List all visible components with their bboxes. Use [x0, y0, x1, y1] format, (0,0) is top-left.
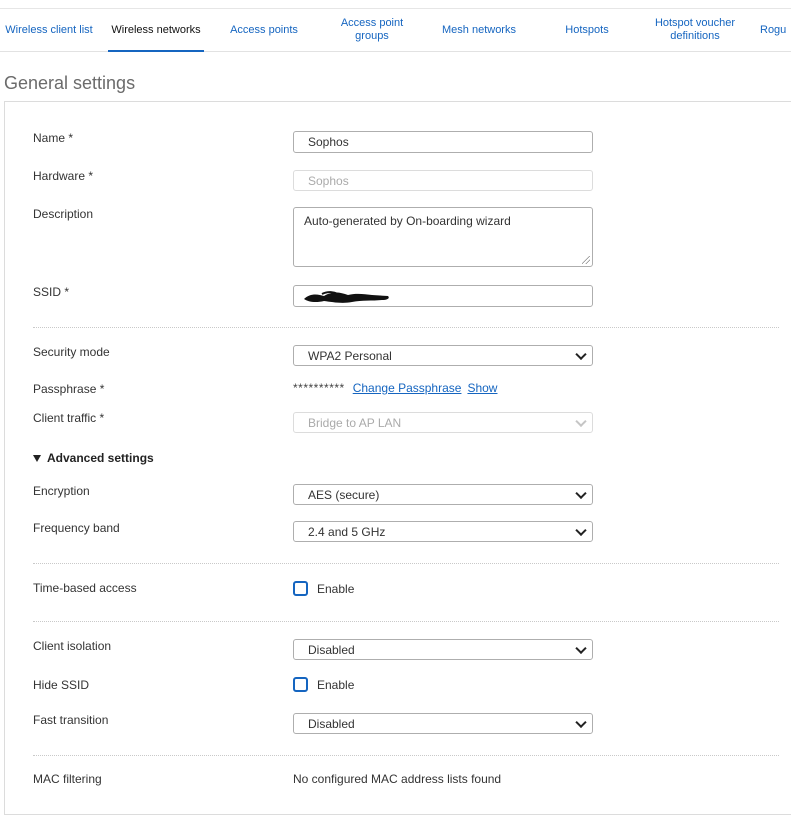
- encryption-select[interactable]: AES (secure): [293, 484, 593, 505]
- resize-grip-icon[interactable]: [582, 256, 590, 264]
- divider: [33, 327, 779, 328]
- tab-bar: Wireless client list Wireless networks A…: [0, 8, 791, 52]
- time-based-access-label: Time-based access: [33, 581, 137, 595]
- show-passphrase-link[interactable]: Show: [467, 381, 497, 395]
- name-label: Name *: [33, 131, 74, 145]
- triangle-down-icon: [33, 454, 41, 462]
- client-traffic-label: Client traffic *: [33, 411, 105, 425]
- fast-transition-value: Disabled: [308, 716, 355, 731]
- section-title: General settings: [4, 73, 136, 93]
- client-traffic-select: Bridge to AP LAN: [293, 412, 593, 433]
- divider: [33, 755, 779, 756]
- fast-transition-select[interactable]: Disabled: [293, 713, 593, 734]
- name-value: Sophos: [308, 135, 349, 149]
- hide-ssid-enable-label: Enable: [317, 677, 355, 692]
- tab-wireless-networks[interactable]: Wireless networks: [102, 9, 210, 52]
- divider: [33, 563, 779, 564]
- tab-access-points[interactable]: Access points: [222, 9, 306, 51]
- chevron-down-icon: [575, 716, 587, 728]
- chevron-down-icon: [575, 524, 587, 536]
- mac-filtering-value: No configured MAC address lists found: [293, 772, 502, 786]
- hide-ssid-enable: Enable: [293, 677, 354, 692]
- name-input[interactable]: Sophos: [293, 131, 593, 153]
- security-mode-value: WPA2 Personal: [308, 348, 392, 363]
- hide-ssid-label: Hide SSID: [33, 678, 90, 692]
- tab-hotspots[interactable]: Hotspots: [553, 9, 621, 51]
- chevron-down-icon: [575, 415, 587, 427]
- hardware-label: Hardware *: [33, 169, 94, 183]
- frequency-band-label: Frequency band: [33, 521, 120, 535]
- time-based-access-enable-label: Enable: [317, 581, 355, 596]
- tab-wireless-client-list[interactable]: Wireless client list: [0, 9, 98, 51]
- time-based-access-checkbox[interactable]: [293, 581, 308, 596]
- fast-transition-label: Fast transition: [33, 713, 109, 727]
- passphrase-row: ********** Change Passphrase Show: [293, 381, 497, 395]
- tab-rogue[interactable]: Rogu: [760, 9, 791, 51]
- passphrase-masked: **********: [293, 381, 345, 395]
- divider: [33, 621, 779, 622]
- client-isolation-label: Client isolation: [33, 639, 112, 653]
- encryption-label: Encryption: [33, 484, 90, 498]
- tab-hotspot-voucher-definitions[interactable]: Hotspot voucher definitions: [645, 9, 745, 51]
- advanced-settings-label: Advanced settings: [47, 451, 154, 465]
- hardware-input: Sophos: [293, 170, 593, 191]
- time-based-access-enable: Enable: [293, 581, 354, 596]
- frequency-band-select[interactable]: 2.4 and 5 GHz: [293, 521, 593, 542]
- description-textarea[interactable]: Auto-generated by On-boarding wizard: [293, 207, 593, 267]
- chevron-down-icon: [575, 642, 587, 654]
- security-mode-label: Security mode: [33, 345, 110, 359]
- frequency-band-value: 2.4 and 5 GHz: [308, 524, 386, 539]
- hide-ssid-checkbox[interactable]: [293, 677, 308, 692]
- security-mode-select[interactable]: WPA2 Personal: [293, 345, 593, 366]
- encryption-value: AES (secure): [308, 487, 380, 502]
- redaction-mark: [304, 291, 389, 303]
- tab-mesh-networks[interactable]: Mesh networks: [434, 9, 524, 51]
- chevron-down-icon: [575, 348, 587, 360]
- tab-access-point-groups[interactable]: Access point groups: [326, 9, 418, 51]
- description-value: Auto-generated by On-boarding wizard: [304, 214, 511, 228]
- mac-filtering-label: MAC filtering: [33, 772, 102, 786]
- chevron-down-icon: [575, 487, 587, 499]
- advanced-settings-toggle[interactable]: Advanced settings: [33, 451, 154, 465]
- description-label: Description: [33, 207, 94, 221]
- client-isolation-select[interactable]: Disabled: [293, 639, 593, 660]
- change-passphrase-link[interactable]: Change Passphrase: [353, 381, 462, 395]
- hardware-value: Sophos: [308, 173, 349, 188]
- client-traffic-value: Bridge to AP LAN: [308, 415, 402, 430]
- client-isolation-value: Disabled: [308, 642, 355, 657]
- ssid-label: SSID *: [33, 285, 70, 299]
- passphrase-label: Passphrase *: [33, 382, 105, 396]
